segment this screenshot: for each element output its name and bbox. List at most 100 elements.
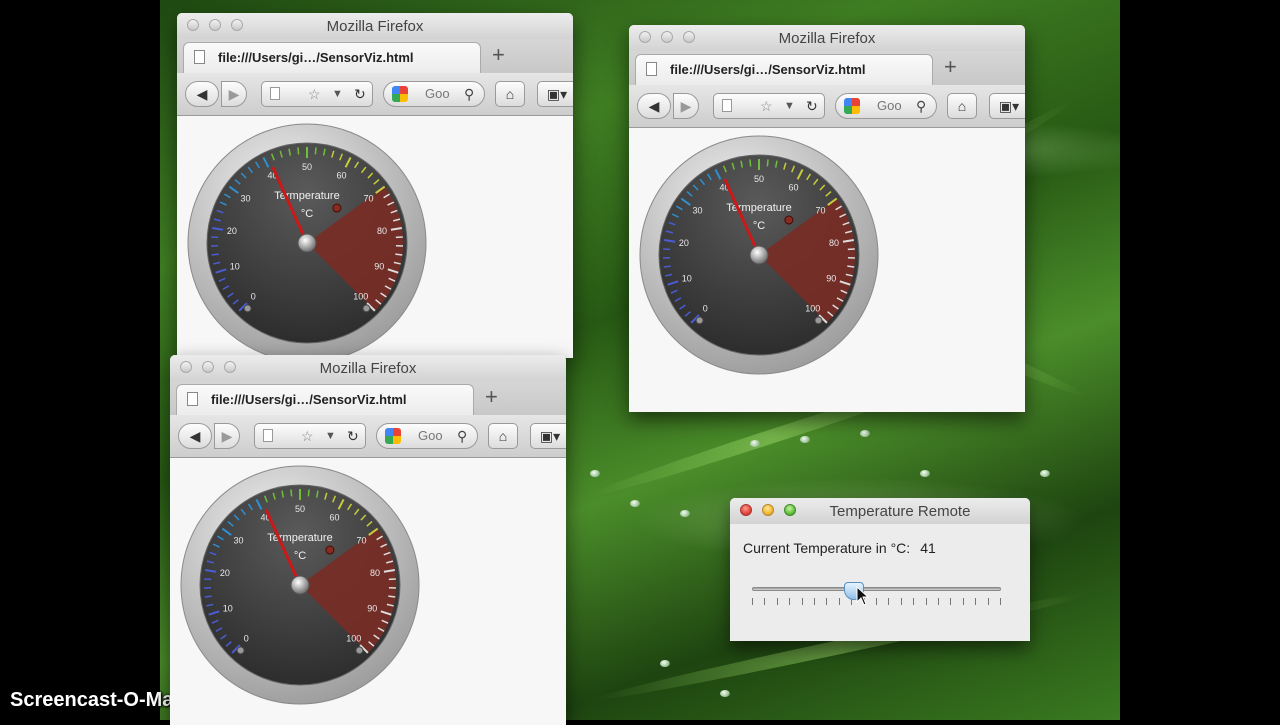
slider-tick — [926, 598, 927, 605]
slider-tick — [901, 598, 902, 605]
slider-tick — [764, 598, 765, 605]
gauge-tick-label: 20 — [220, 568, 230, 578]
search-icon[interactable]: ⚲ — [457, 424, 467, 448]
window-title: Mozilla Firefox — [629, 30, 1025, 47]
window-titlebar[interactable]: Mozilla Firefox — [629, 25, 1025, 51]
gauge-tick-label: 50 — [302, 162, 312, 172]
google-icon — [844, 98, 860, 114]
back-button[interactable]: ◀ — [637, 93, 671, 119]
firefox-window: Mozilla Firefox file:///Users/gi…/Sensor… — [629, 25, 1025, 412]
window-titlebar[interactable]: Mozilla Firefox — [170, 355, 566, 381]
gauge-unit: °C — [294, 550, 306, 562]
window-titlebar[interactable]: Temperature Remote — [730, 498, 1030, 524]
gauge-pin — [815, 317, 822, 324]
temperature-gauge: 0102030405060708090100Termperature°C — [180, 465, 420, 705]
gauge-marker — [785, 216, 793, 224]
bookmarks-button[interactable]: ▣▾ — [537, 81, 573, 107]
tab-strip: file:///Users/gi…/SensorViz.html + — [170, 381, 566, 415]
google-icon — [385, 428, 401, 444]
search-box[interactable]: Goo ⚲ — [383, 81, 485, 107]
slider-ticks — [752, 598, 1001, 606]
home-icon: ⌂ — [506, 86, 514, 102]
gauge-marker — [326, 546, 334, 554]
slider-tick — [913, 598, 914, 605]
gauge-tick-label: 50 — [295, 504, 305, 514]
page-content: 0102030405060708090100Termperature°C — [177, 116, 573, 358]
bookmark-star-icon[interactable]: ☆ — [301, 424, 314, 448]
gauge-pin — [696, 317, 703, 324]
gauge-tick-label: 10 — [230, 261, 240, 271]
new-tab-button[interactable]: + — [944, 56, 957, 78]
dropdown-caret-icon[interactable]: ▼ — [784, 94, 795, 118]
back-arrow-icon: ◀ — [190, 428, 201, 444]
page-icon — [263, 429, 273, 442]
bookmarks-icon: ▣▾ — [547, 86, 567, 102]
window-title: Mozilla Firefox — [170, 360, 566, 377]
gauge-tick — [291, 489, 292, 496]
gauge-tick-label: 90 — [826, 273, 836, 283]
window-title: Mozilla Firefox — [177, 18, 573, 35]
home-button[interactable]: ⌂ — [495, 81, 525, 107]
google-icon — [392, 86, 408, 102]
temperature-slider[interactable] — [752, 587, 1001, 591]
gauge-tick — [315, 147, 316, 154]
home-button[interactable]: ⌂ — [947, 93, 977, 119]
dropdown-caret-icon[interactable]: ▼ — [332, 82, 343, 106]
dropdown-caret-icon[interactable]: ▼ — [325, 424, 336, 448]
gauge-tick-label: 70 — [356, 535, 366, 545]
search-icon[interactable]: ⚲ — [464, 82, 474, 106]
search-engine-label: Goo — [877, 94, 902, 118]
forward-button[interactable]: ▶ — [214, 423, 240, 449]
close-window-button[interactable] — [740, 504, 752, 516]
slider-tick — [988, 598, 989, 605]
browser-tab[interactable]: file:///Users/gi…/SensorViz.html — [176, 384, 474, 415]
bookmark-star-icon[interactable]: ☆ — [760, 94, 773, 118]
gauge-unit: °C — [753, 220, 765, 232]
url-bar[interactable]: ☆ ▼ ↻ — [261, 81, 373, 107]
new-tab-button[interactable]: + — [492, 44, 505, 66]
forward-button[interactable]: ▶ — [221, 81, 247, 107]
temperature-gauge: 0102030405060708090100Termperature°C — [639, 135, 879, 375]
new-tab-button[interactable]: + — [485, 386, 498, 408]
bookmarks-button[interactable]: ▣▾ — [530, 423, 566, 449]
reload-icon[interactable]: ↻ — [806, 94, 818, 118]
gauge-tick-label: 100 — [346, 634, 361, 644]
home-icon: ⌂ — [499, 428, 507, 444]
gauge-pin — [356, 647, 363, 654]
search-engine-label: Goo — [425, 82, 450, 106]
url-bar[interactable]: ☆ ▼ ↻ — [713, 93, 825, 119]
bookmarks-button[interactable]: ▣▾ — [989, 93, 1025, 119]
gauge-tick-label: 10 — [682, 273, 692, 283]
browser-tab[interactable]: file:///Users/gi…/SensorViz.html — [635, 54, 933, 85]
forward-button[interactable]: ▶ — [673, 93, 699, 119]
temperature-gauge: 0102030405060708090100Termperature°C — [187, 123, 427, 358]
window-title: Temperature Remote — [770, 503, 1030, 520]
mouse-cursor-icon — [856, 586, 870, 606]
slider-tick — [826, 598, 827, 605]
gauge-tick-label: 80 — [377, 226, 387, 236]
page-icon — [646, 62, 657, 76]
home-button[interactable]: ⌂ — [488, 423, 518, 449]
page-icon — [722, 99, 732, 112]
temperature-remote-window: Temperature Remote Current Temperature i… — [730, 498, 1030, 641]
gauge-tick — [767, 159, 768, 166]
bookmark-star-icon[interactable]: ☆ — [308, 82, 321, 106]
slider-tick — [839, 598, 840, 605]
url-bar[interactable]: ☆ ▼ ↻ — [254, 423, 366, 449]
gauge-tick — [388, 596, 395, 597]
gauge-tick-label: 20 — [679, 238, 689, 248]
window-titlebar[interactable]: Mozilla Firefox — [177, 13, 573, 39]
search-icon[interactable]: ⚲ — [916, 94, 926, 118]
gauge-tick-label: 20 — [227, 226, 237, 236]
back-button[interactable]: ◀ — [178, 423, 212, 449]
gauge-tick-label: 100 — [805, 304, 820, 314]
gauge-tick-label: 80 — [370, 568, 380, 578]
browser-tab[interactable]: file:///Users/gi…/SensorViz.html — [183, 42, 481, 73]
page-content: 0102030405060708090100Termperature°C — [629, 128, 1025, 412]
back-button[interactable]: ◀ — [185, 81, 219, 107]
search-box[interactable]: Goo ⚲ — [376, 423, 478, 449]
reload-icon[interactable]: ↻ — [354, 82, 366, 106]
search-box[interactable]: Goo ⚲ — [835, 93, 937, 119]
slider-tick — [777, 598, 778, 605]
reload-icon[interactable]: ↻ — [347, 424, 359, 448]
